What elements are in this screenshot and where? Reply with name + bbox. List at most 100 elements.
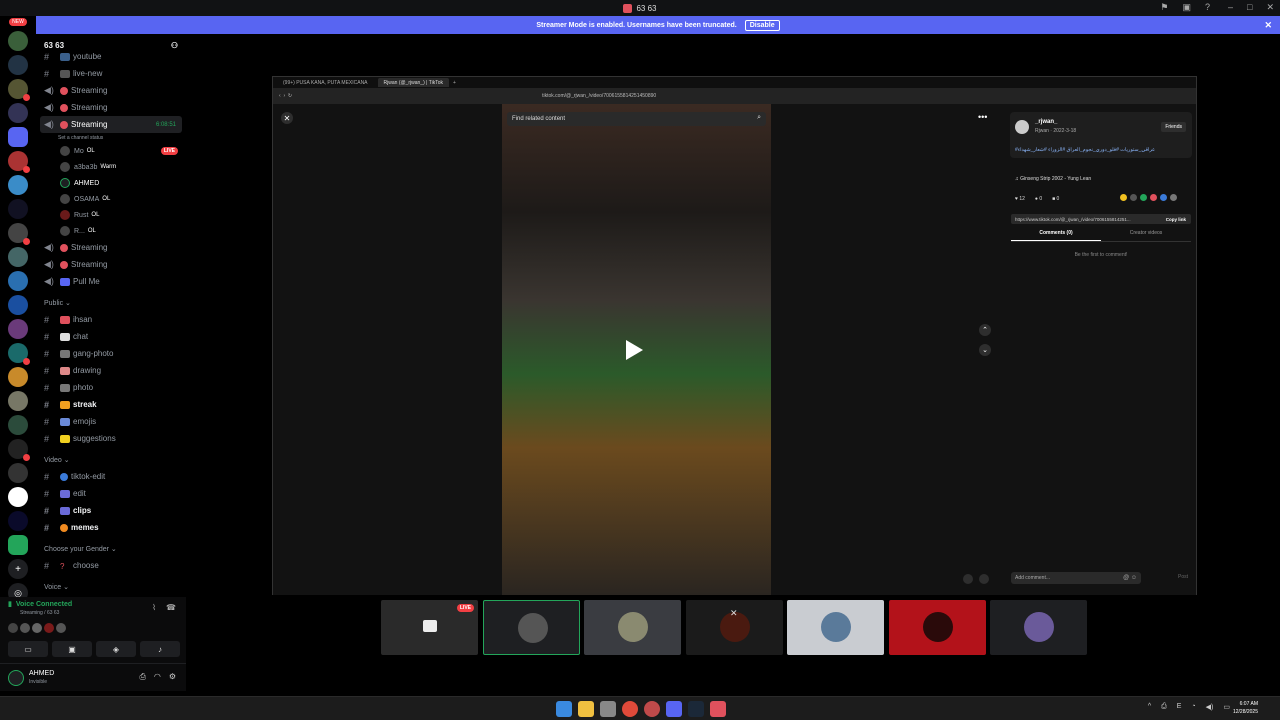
voice-user[interactable]: Rust OL	[36, 207, 186, 223]
server-icon[interactable]	[8, 535, 28, 555]
user-avatar[interactable]	[8, 669, 24, 686]
server-icon[interactable]	[8, 487, 28, 507]
voice-user[interactable]: a3ba3b Warm	[36, 159, 186, 175]
server-icon[interactable]	[8, 31, 28, 51]
server-icon[interactable]	[8, 199, 28, 219]
server-icon[interactable]	[8, 415, 28, 435]
more-options-icon[interactable]: •••	[978, 112, 987, 122]
server-icon[interactable]	[8, 247, 28, 267]
disconnect-icon[interactable]: ☎	[166, 603, 176, 612]
server-icon[interactable]	[8, 319, 28, 339]
channel-suggestions[interactable]: # suggestions	[36, 430, 186, 447]
post-button[interactable]: Post	[1178, 574, 1188, 580]
whatsapp-icon[interactable]	[1140, 194, 1147, 201]
server-icon[interactable]	[8, 175, 28, 195]
channel-live-new[interactable]: # live-new	[36, 65, 186, 82]
close-video-button[interactable]: ✕	[281, 112, 293, 124]
voice-user[interactable]: R... OL	[36, 223, 186, 239]
server-icon[interactable]	[8, 343, 30, 365]
server-icon[interactable]	[8, 151, 30, 173]
speaker-icon[interactable]: ◀)	[1206, 703, 1214, 711]
voice-channel-active[interactable]: ◀) Streaming 6:08:51	[40, 116, 182, 133]
pip-icon[interactable]	[963, 574, 973, 584]
tab-creator-videos[interactable]: Creator videos	[1101, 230, 1191, 241]
avatar[interactable]	[20, 623, 30, 633]
noise-suppression-icon[interactable]: ⌇	[152, 603, 156, 612]
start-icon[interactable]	[556, 701, 572, 717]
back-icon[interactable]: ‹	[279, 93, 281, 99]
like-button[interactable]: ♥ 12	[1015, 196, 1025, 202]
save-button[interactable]: ■ 0	[1052, 196, 1059, 202]
channel-chat[interactable]: # chat	[36, 328, 186, 345]
settings-gear-icon[interactable]: ⚙	[169, 672, 176, 682]
category-gender[interactable]: Choose your Gender ⌄	[36, 541, 186, 557]
channel-photo[interactable]: # photo	[36, 379, 186, 396]
embed-icon[interactable]	[1130, 194, 1137, 201]
volume-icon[interactable]	[979, 574, 989, 584]
voice-user[interactable]: AHMED	[36, 175, 186, 191]
new-tab-icon[interactable]: +	[453, 80, 456, 86]
server-icon[interactable]	[8, 367, 28, 387]
server-icon[interactable]	[8, 439, 30, 461]
channel-status-hint[interactable]: Set a channel status	[36, 133, 186, 143]
steam-icon[interactable]	[688, 701, 704, 717]
category-public[interactable]: Public ⌄	[36, 295, 186, 311]
channel-streak[interactable]: # streak	[36, 396, 186, 413]
channel-ihsan[interactable]: # ihsan	[36, 311, 186, 328]
browser-icon[interactable]	[644, 701, 660, 717]
stream-tile[interactable]	[990, 600, 1087, 655]
forward-icon[interactable]	[1170, 194, 1177, 201]
server-icon[interactable]	[8, 391, 28, 411]
server-icon[interactable]	[8, 55, 28, 75]
search-icon[interactable]: ⌕	[757, 114, 761, 122]
server-icon[interactable]	[8, 79, 30, 101]
server-icon[interactable]	[8, 271, 28, 291]
discord-icon[interactable]	[666, 701, 682, 717]
category-voice[interactable]: Voice ⌄	[36, 579, 186, 595]
previous-video-button[interactable]: ⌃	[979, 324, 991, 336]
voice-channel-streaming[interactable]: ◀) Streaming	[36, 99, 186, 116]
clock[interactable]: 6:07 AM 12/28/2025	[1233, 700, 1258, 716]
channel-choose[interactable]: #? choose	[36, 557, 186, 574]
url-text[interactable]: tiktok.com/@_rjwan_/video/70061558142514…	[542, 93, 656, 99]
friends-button[interactable]: Friends	[1161, 122, 1186, 132]
comment-button[interactable]: ● 0	[1035, 196, 1042, 202]
app-icon[interactable]	[710, 701, 726, 717]
tab-comments[interactable]: Comments (0)	[1011, 230, 1101, 241]
stream-tile[interactable]	[889, 600, 986, 655]
avatar[interactable]	[32, 623, 42, 633]
music-label[interactable]: ♫ Ginseng Strip 2002 - Yung Lean	[1015, 176, 1091, 182]
minimize-button[interactable]: –	[1228, 2, 1233, 13]
browser-tab-active[interactable]: Rjwan (@_rjwan_) | TikTok	[377, 78, 449, 87]
share-screen-button[interactable]: ▣	[52, 641, 92, 657]
browser-tab[interactable]: (99+) PUSA KANA, PUTA MEXICANA	[277, 78, 374, 87]
coin-icon[interactable]	[1120, 194, 1127, 201]
channel-memes[interactable]: # memes	[36, 519, 186, 536]
pin-icon[interactable]: ⚑	[1160, 2, 1168, 13]
avatar[interactable]	[44, 623, 54, 633]
related-search-input[interactable]: Find related content ⌕	[507, 112, 766, 126]
play-icon[interactable]	[626, 340, 643, 360]
mic-icon[interactable]: ⎙	[1161, 703, 1167, 711]
battery-icon[interactable]: ▭	[1223, 703, 1230, 711]
add-server-icon[interactable]: +	[8, 559, 28, 579]
mention-emoji-icons[interactable]: @ ☺	[1123, 575, 1137, 581]
voice-channel-streaming[interactable]: ◀) Streaming	[36, 256, 186, 273]
banner-close-icon[interactable]: ✕	[1264, 20, 1272, 31]
maximize-button[interactable]: □	[1247, 2, 1252, 13]
category-video[interactable]: Video ⌄	[36, 452, 186, 468]
voice-location[interactable]: Streaming / 63 63	[20, 610, 59, 616]
voice-user[interactable]: Mo OL LIVE	[36, 143, 186, 159]
server-icon[interactable]	[8, 295, 28, 315]
chrome-icon[interactable]	[622, 701, 638, 717]
stream-tile[interactable]	[584, 600, 681, 655]
video-player[interactable]: Find related content ⌕	[502, 104, 771, 595]
activities-button[interactable]: ◈	[96, 641, 136, 657]
chevron-up-icon[interactable]: ^	[1148, 703, 1151, 711]
channel-drawing[interactable]: # drawing	[36, 362, 186, 379]
channel-emojis[interactable]: # emojis	[36, 413, 186, 430]
voice-channel-pull-me[interactable]: ◀) Pull Me	[36, 273, 186, 290]
avatar[interactable]	[56, 623, 66, 633]
server-icon[interactable]	[8, 463, 28, 483]
channel-clips[interactable]: # clips	[36, 502, 186, 519]
